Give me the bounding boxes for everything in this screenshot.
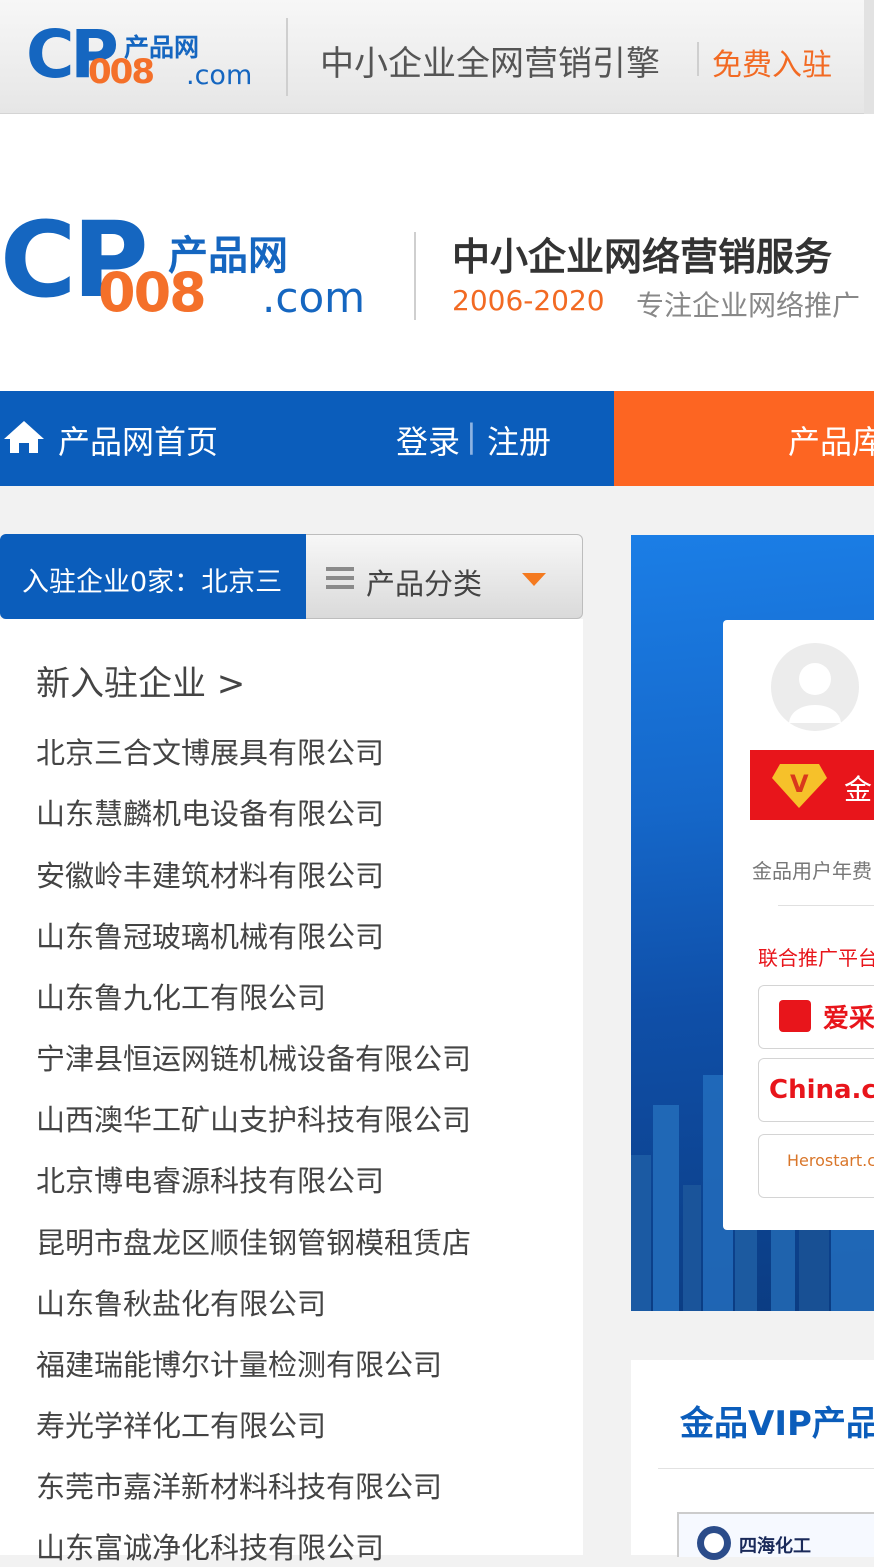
top-logo[interactable]: CP 产品网 008 .com xyxy=(26,16,261,95)
company-link[interactable]: 北京博电睿源科技有限公司 xyxy=(36,1158,384,1200)
partner-herostart-label: Herostart.c xyxy=(787,1151,874,1170)
logo-num-text: 008 xyxy=(88,52,155,92)
company-link[interactable]: 安徽岭丰建筑材料有限公司 xyxy=(36,853,384,895)
register-link[interactable]: 注册 xyxy=(487,417,551,463)
partner-herostart-button[interactable]: Herostart.c xyxy=(758,1134,874,1198)
aicai-icon xyxy=(779,1000,811,1032)
svg-text:V: V xyxy=(790,770,809,798)
product-category-label: 产品分类 xyxy=(366,567,483,601)
gold-label: 金 xyxy=(844,773,873,806)
nav-product-library[interactable]: 产品库 xyxy=(614,391,874,486)
top-divider xyxy=(286,18,288,96)
header-logo[interactable]: CP 产品网 008 .com xyxy=(0,199,390,325)
caret-down-icon xyxy=(522,573,546,586)
nav-separator: | xyxy=(466,417,477,455)
vip-divider xyxy=(658,1468,874,1469)
company-link[interactable]: 山西澳华工矿山支护科技有限公司 xyxy=(36,1097,471,1139)
diamond-v-icon: V xyxy=(772,764,827,808)
company-logo-icon xyxy=(697,1526,731,1560)
partner-aicai-button[interactable]: 爱采 xyxy=(758,985,874,1049)
header-logo-num-text: 008 xyxy=(98,261,207,324)
nav-home[interactable]: 产品网首页 xyxy=(0,391,250,486)
partner-aicai-label: 爱采 xyxy=(823,1004,874,1034)
logo-com-text: .com xyxy=(186,60,253,91)
product-category-dropdown[interactable]: 产品分类 xyxy=(306,534,583,619)
header-years: 2006-2020 xyxy=(452,284,605,317)
company-link[interactable]: 东莞市嘉洋新材料科技有限公司 xyxy=(36,1464,442,1506)
home-icon xyxy=(4,421,44,453)
company-link[interactable]: 昆明市盘龙区顺佳钢管钢模租赁店 xyxy=(36,1220,471,1262)
enterprise-ticker-tab[interactable]: 入驻企业0家：北京三 xyxy=(0,534,306,619)
company-link[interactable]: 寿光学祥化工有限公司 xyxy=(36,1403,326,1445)
top-thin-divider xyxy=(697,42,699,76)
company-link[interactable]: 山东鲁冠玻璃机械有限公司 xyxy=(36,914,384,956)
login-link[interactable]: 登录 xyxy=(396,417,460,463)
header-focus-text: 专注企业网络推广 xyxy=(636,289,861,322)
partner-china-button[interactable]: China.c xyxy=(758,1058,874,1122)
partner-china-label: China.c xyxy=(769,1075,874,1105)
top-slogan: 中小企业全网营销引擎 xyxy=(320,44,660,84)
company-link[interactable]: 宁津县恒运网链机械设备有限公司 xyxy=(36,1036,471,1078)
company-link[interactable]: 山东鲁秋盐化有限公司 xyxy=(36,1281,326,1323)
vip-thumb-text: 四海化工 xyxy=(739,1536,811,1557)
free-join-link[interactable]: 免费入驻 xyxy=(712,40,832,84)
nav-product-library-label: 产品库 xyxy=(788,423,874,461)
company-link[interactable]: 北京三合文博展具有限公司 xyxy=(36,730,384,772)
company-link[interactable]: 山东富诚净化科技有限公司 xyxy=(36,1525,384,1567)
menu-icon xyxy=(326,567,354,589)
user-icon xyxy=(789,663,841,723)
new-enterprises-heading[interactable]: 新入驻企业 > xyxy=(36,656,245,705)
header-logo-com-text: .com xyxy=(262,273,366,322)
company-link[interactable]: 山东慧麟机电设备有限公司 xyxy=(36,791,384,833)
header-slogan: 中小企业网络营销服务 xyxy=(452,235,833,279)
nav-home-label: 产品网首页 xyxy=(58,423,219,461)
header-divider xyxy=(414,232,416,320)
enterprise-ticker-text: 入驻企业0家：北京三 xyxy=(22,567,283,598)
company-link[interactable]: 福建瑞能博尔计量检测有限公司 xyxy=(36,1342,442,1384)
vip-product-thumb[interactable]: 四海化工 xyxy=(677,1512,874,1560)
partner-platform-title: 联合推广平台 xyxy=(758,946,874,970)
company-link[interactable]: 山东鲁九化工有限公司 xyxy=(36,975,326,1017)
avatar[interactable] xyxy=(771,643,859,731)
gold-user-fee-text: 金品用户年费 xyxy=(752,859,872,883)
card-divider xyxy=(778,905,874,906)
vip-products-title[interactable]: 金品VIP产品 xyxy=(680,1396,874,1445)
